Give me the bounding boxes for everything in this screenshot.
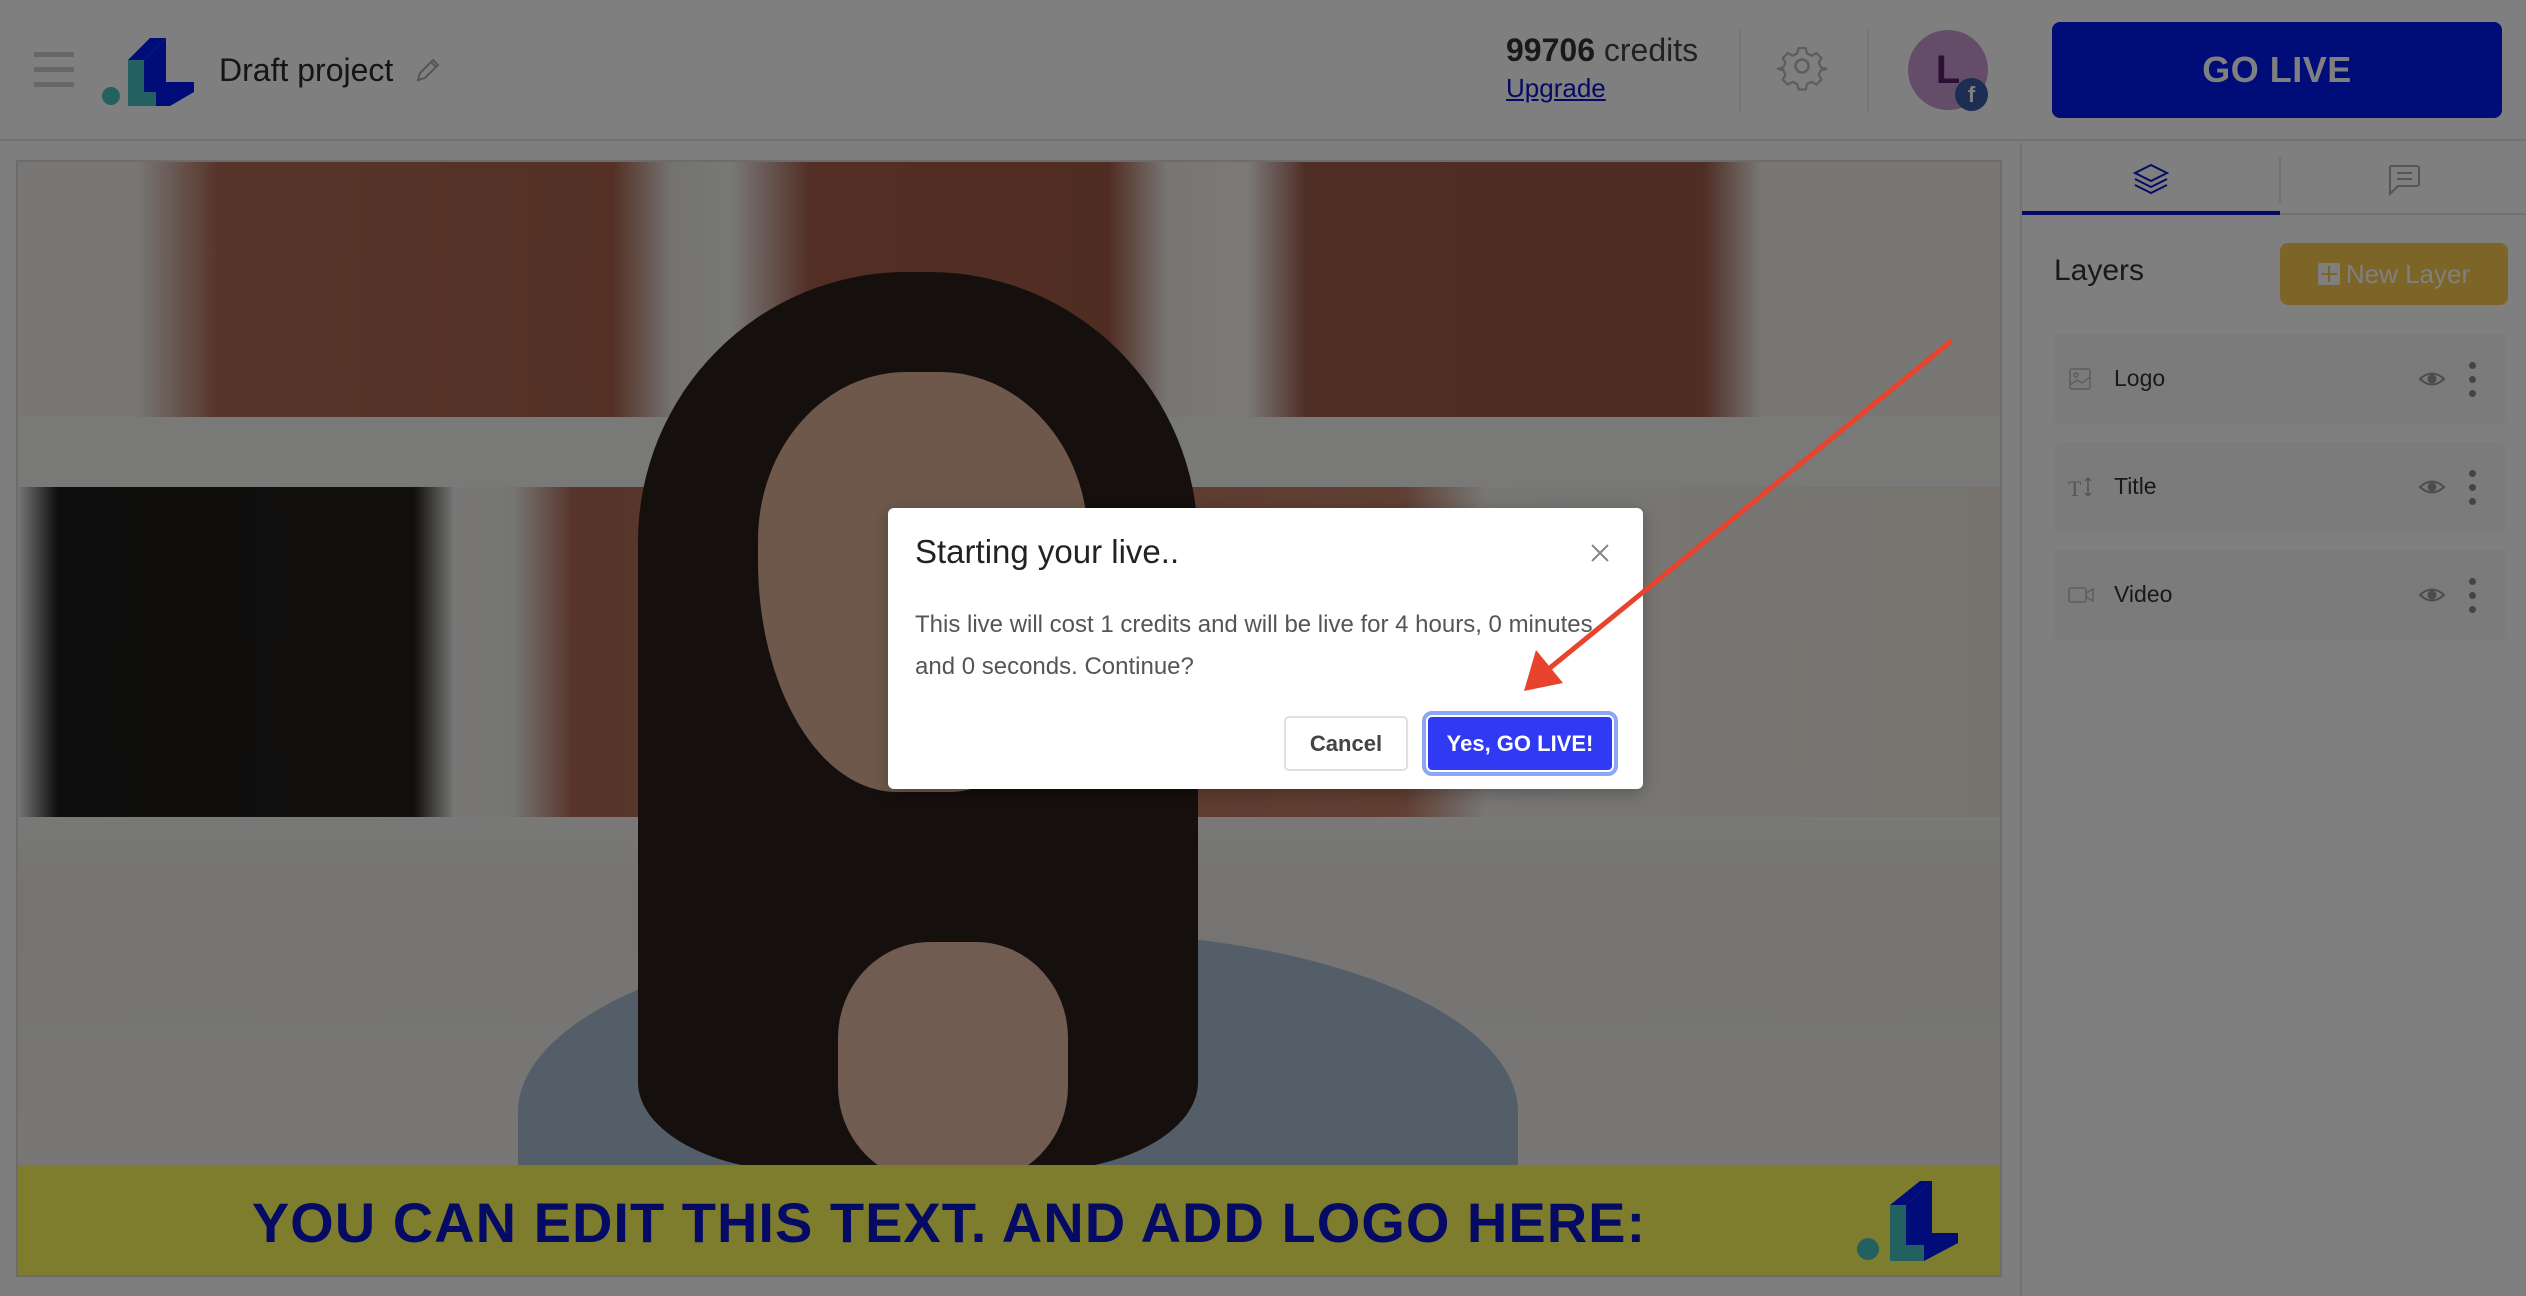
close-icon[interactable] [1587, 540, 1613, 566]
dialog-title: Starting your live.. [915, 533, 1180, 570]
dialog-message: This live will cost 1 credits and will b… [915, 611, 1593, 680]
confirm-go-live-dialog: Starting your live.. This live will cost… [888, 508, 1643, 789]
confirm-go-live-button[interactable]: Yes, GO LIVE! [1422, 711, 1618, 776]
cancel-button[interactable]: Cancel [1284, 716, 1408, 771]
app-root: Draft project 99706 credits Upgrade L f … [0, 0, 2526, 1296]
